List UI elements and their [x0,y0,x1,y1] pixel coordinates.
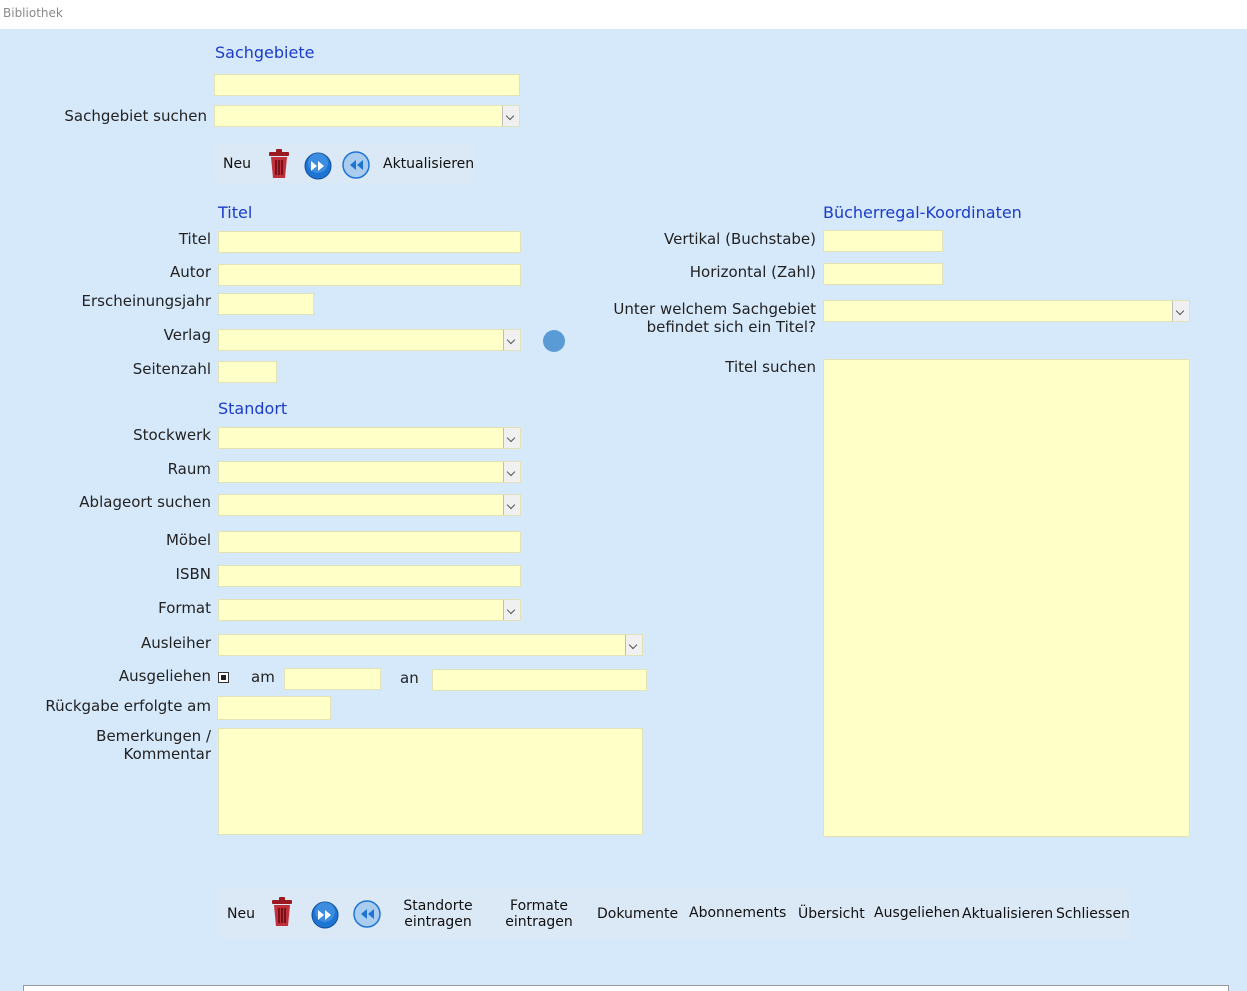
record-indicator-icon [543,330,565,352]
sachgebiet-input[interactable] [214,74,520,96]
erscheinungsjahr-label: Erscheinungsjahr [81,292,212,310]
chevron-down-icon[interactable] [625,635,642,655]
schliessen-button[interactable]: Schliessen [1056,906,1130,922]
stockwerk-label: Stockwerk [133,426,211,444]
trash-icon[interactable] [269,897,295,927]
bemerkungen-label-line1: Bemerkungen / [96,727,211,745]
horizontal-input[interactable] [823,263,943,285]
ausleiher-combo[interactable] [218,634,643,656]
format-label: Format [158,599,211,617]
isbn-label: ISBN [175,565,211,583]
unter-sachgebiet-label: Unter welchem Sachgebiet befindet sich e… [613,300,816,336]
ablageort-label: Ablageort suchen [79,493,211,511]
vertikal-label: Vertikal (Buchstabe) [664,230,816,248]
titel-suchen-list[interactable] [823,359,1190,837]
format-combo[interactable] [218,599,521,621]
previous-record-icon[interactable] [353,900,381,928]
neu-button-top[interactable]: Neu [223,156,251,172]
chevron-down-icon[interactable] [503,495,520,515]
rueckgabe-label: Rückgabe erfolgte am [45,697,211,715]
section-sachgebiete: Sachgebiete [215,43,315,62]
bemerkungen-label-line2: Kommentar [123,745,211,763]
raum-combo[interactable] [218,461,521,483]
section-regal: Bücherregal-Koordinaten [823,203,1022,222]
isbn-input[interactable] [218,565,521,587]
unter-sachgebiet-label-line2: befindet sich ein Titel? [646,318,816,336]
chevron-down-icon[interactable] [503,462,520,482]
titel-input[interactable] [218,231,521,253]
aktualisieren-button-top[interactable]: Aktualisieren [383,156,474,172]
chevron-down-icon[interactable] [503,330,520,350]
sachgebiet-suchen-combo[interactable] [214,105,520,127]
an-label: an [400,669,419,687]
chevron-down-icon[interactable] [502,106,519,126]
stockwerk-combo[interactable] [218,427,521,449]
ausgeliehen-an-input[interactable] [432,669,647,691]
raum-label: Raum [167,460,211,478]
unter-sachgebiet-label-line1: Unter welchem Sachgebiet [613,300,816,318]
ausgeliehen-am-input[interactable] [284,668,381,690]
window-title: Bibliothek [3,6,63,20]
record-navigation-bar [23,985,1229,991]
ausleiher-label: Ausleiher [140,634,211,652]
previous-record-icon[interactable] [342,151,370,179]
moebel-input[interactable] [218,531,521,553]
window-titlebar: Bibliothek [0,0,1247,29]
ausgeliehen-button[interactable]: Ausgeliehen [874,905,960,921]
standorte-eintragen-button[interactable]: Standorte eintragen [398,898,478,930]
neu-button-bottom[interactable]: Neu [227,906,255,922]
chevron-down-icon[interactable] [503,600,520,620]
chevron-down-icon[interactable] [503,428,520,448]
titel-label: Titel [178,230,211,248]
bemerkungen-textarea[interactable] [218,728,643,835]
formate-eintragen-button[interactable]: Formate eintragen [499,898,579,930]
autor-label: Autor [170,263,211,281]
next-record-icon[interactable] [311,901,339,929]
formate-eintragen-line1: Formate [510,898,568,914]
autor-input[interactable] [218,264,521,286]
unter-sachgebiet-combo[interactable] [823,300,1190,322]
library-form: Sachgebiete Sachgebiet suchen Neu Aktual… [0,29,1247,991]
next-record-icon[interactable] [304,152,332,180]
horizontal-label: Horizontal (Zahl) [689,263,816,281]
bemerkungen-label: Bemerkungen / Kommentar [96,727,211,763]
section-standort: Standort [218,399,288,418]
section-titel: Titel [218,203,253,222]
seitenzahl-label: Seitenzahl [132,360,211,378]
ablageort-combo[interactable] [218,494,521,516]
am-label: am [251,668,275,686]
sachgebiet-suchen-label: Sachgebiet suchen [64,107,207,125]
trash-icon[interactable] [266,149,292,179]
vertikal-input[interactable] [823,230,943,252]
dokumente-button[interactable]: Dokumente [597,906,678,922]
uebersicht-button[interactable]: Übersicht [798,906,865,922]
seitenzahl-input[interactable] [218,361,277,383]
rueckgabe-input[interactable] [217,696,331,720]
chevron-down-icon[interactable] [1172,301,1189,321]
moebel-label: Möbel [165,531,211,549]
ausgeliehen-checkbox[interactable] [218,672,229,683]
standorte-eintragen-line2: eintragen [404,914,472,930]
verlag-combo[interactable] [218,329,521,351]
formate-eintragen-line2: eintragen [505,914,573,930]
ausgeliehen-label: Ausgeliehen [118,667,211,685]
standorte-eintragen-line1: Standorte [403,898,473,914]
aktualisieren-button-bottom[interactable]: Aktualisieren [962,906,1053,922]
verlag-label: Verlag [163,326,211,344]
abonnements-button[interactable]: Abonnements [689,905,786,921]
erscheinungsjahr-input[interactable] [218,293,314,315]
titel-suchen-label: Titel suchen [725,358,816,376]
